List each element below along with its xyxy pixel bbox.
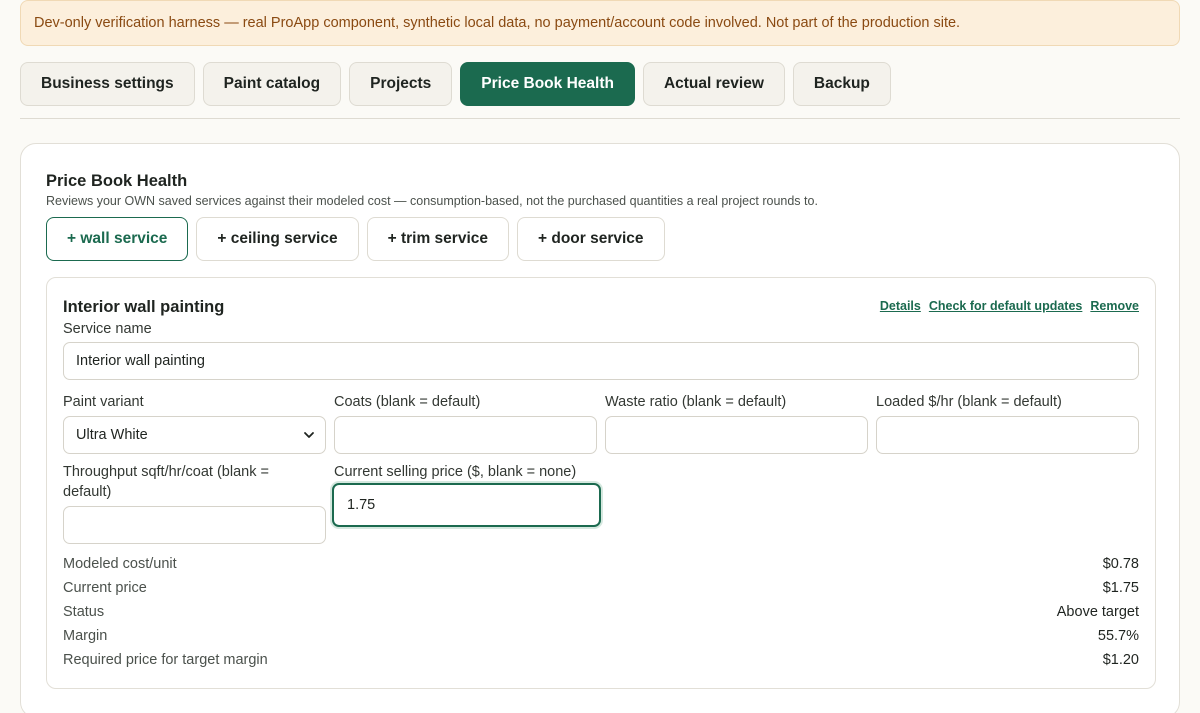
service-links: Details Check for default updates Remove: [880, 299, 1139, 313]
summary-row-margin: Margin 55.7%: [63, 628, 1139, 648]
add-door-service-button[interactable]: + door service: [517, 217, 665, 261]
summary-row-required-price: Required price for target margin $1.20: [63, 652, 1139, 672]
paint-variant-value: Ultra White: [76, 427, 148, 443]
paint-variant-select[interactable]: Ultra White: [63, 416, 326, 454]
waste-ratio-label: Waste ratio (blank = default): [605, 394, 787, 410]
tabs-divider: [20, 118, 1180, 119]
card-subtitle: Reviews your OWN saved services against …: [46, 194, 818, 208]
check-default-updates-link[interactable]: Check for default updates: [929, 299, 1083, 313]
loaded-rate-input[interactable]: [876, 416, 1139, 454]
summary-label: Required price for target margin: [63, 652, 268, 668]
service-name-input[interactable]: Interior wall painting: [63, 342, 1139, 380]
remove-link[interactable]: Remove: [1090, 299, 1139, 313]
paint-variant-label: Paint variant: [63, 394, 144, 410]
add-service-buttons: + wall service + ceiling service + trim …: [46, 217, 665, 261]
dev-harness-banner: Dev-only verification harness — real Pro…: [20, 0, 1180, 46]
throughput-input[interactable]: [63, 506, 326, 544]
tab-business-settings[interactable]: Business settings: [20, 62, 195, 106]
selling-price-input[interactable]: 1.75: [332, 483, 601, 527]
coats-input[interactable]: [334, 416, 597, 454]
tab-actual-review[interactable]: Actual review: [642, 62, 785, 106]
add-trim-service-button[interactable]: + trim service: [366, 217, 509, 261]
card-title: Price Book Health: [46, 172, 188, 190]
service-panel: Interior wall painting Details Check for…: [46, 277, 1156, 689]
tab-projects[interactable]: Projects: [349, 62, 453, 106]
status-value: Above target: [1056, 604, 1139, 620]
tab-price-book-health[interactable]: Price Book Health: [460, 62, 635, 106]
tab-paint-catalog[interactable]: Paint catalog: [202, 62, 342, 106]
coats-label: Coats (blank = default): [334, 394, 481, 410]
tab-backup[interactable]: Backup: [792, 62, 891, 106]
main-tabs: Business settings Paint catalog Projects…: [20, 62, 891, 106]
summary-row-current-price: Current price $1.75: [63, 580, 1139, 600]
throughput-label: Throughput sqft/hr/coat (blank = default…: [63, 464, 269, 500]
price-book-health-card: Price Book Health Reviews your OWN saved…: [20, 143, 1180, 713]
service-title: Interior wall painting: [63, 298, 225, 316]
details-link[interactable]: Details: [880, 299, 921, 313]
summary-label: Status: [63, 604, 105, 620]
add-wall-service-button[interactable]: + wall service: [46, 217, 189, 261]
summary-value: $1.20: [1102, 652, 1139, 668]
loaded-rate-label: Loaded $/hr (blank = default): [876, 394, 1062, 410]
summary-value: 55.7%: [1097, 628, 1139, 644]
summary-value: $1.75: [1102, 580, 1139, 596]
selling-price-label: Current selling price ($, blank = none): [334, 464, 577, 480]
summary-row-status: Status Above target: [63, 604, 1139, 624]
summary-label: Current price: [63, 580, 147, 596]
summary-label: Margin: [63, 628, 108, 644]
summary-value: $0.78: [1102, 556, 1139, 572]
summary-label: Modeled cost/unit: [63, 556, 177, 572]
summary-row-modeled-cost: Modeled cost/unit $0.78: [63, 556, 1139, 576]
service-name-label: Service name: [63, 321, 152, 337]
chevron-down-icon: [304, 432, 314, 438]
add-ceiling-service-button[interactable]: + ceiling service: [196, 217, 359, 261]
waste-ratio-input[interactable]: [605, 416, 868, 454]
